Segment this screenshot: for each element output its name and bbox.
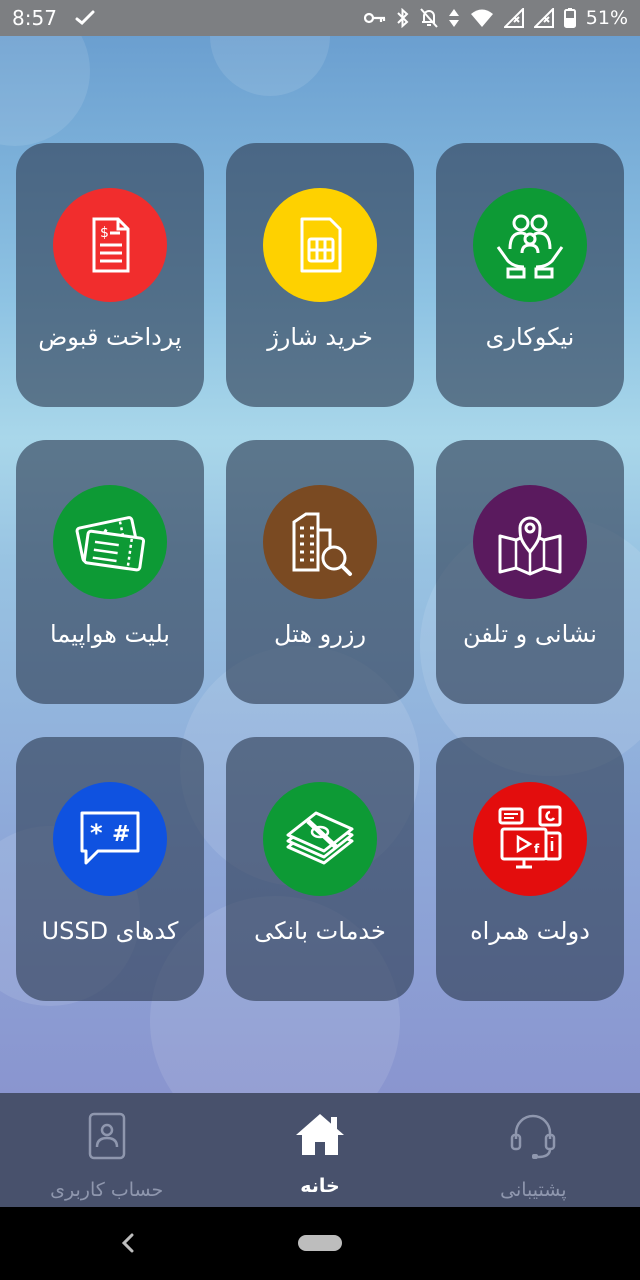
gov-computer-icon: f <box>473 782 587 896</box>
tile-label: کدهای USSD <box>41 917 179 945</box>
home-icon <box>293 1111 347 1161</box>
plane-ticket-icon <box>53 485 167 599</box>
status-bar: 8:57 51% <box>0 0 640 36</box>
nav-home[interactable]: خانه <box>213 1093 426 1207</box>
map-pin-icon <box>473 485 587 599</box>
bill-icon: $ <box>53 188 167 302</box>
tile-charity[interactable]: نیکوکاری <box>436 143 624 407</box>
back-icon[interactable] <box>118 1229 138 1261</box>
bokeh-decoration <box>0 36 90 146</box>
tile-label: خدمات بانکی <box>254 917 386 945</box>
signal-icon <box>503 8 524 28</box>
system-navigation-bar <box>0 1207 640 1280</box>
nav-home-label: خانه <box>300 1175 340 1197</box>
tile-label: بلیت هواپیما <box>50 620 170 648</box>
tile-label: نیکوکاری <box>485 323 575 351</box>
status-time: 8:57 <box>12 6 57 30</box>
signal-icon <box>533 8 554 28</box>
tile-bank-services[interactable]: خدمات بانکی <box>226 737 414 1001</box>
svg-text:#: # <box>112 822 130 847</box>
home-pill-button[interactable] <box>298 1235 342 1251</box>
nav-account[interactable]: حساب کاربری <box>0 1093 213 1207</box>
bokeh-decoration <box>210 36 330 96</box>
svg-text:f: f <box>534 842 540 856</box>
services-grid: $ پرداخت قبوض خرید شارژ نیکوکاری بلیت هو… <box>16 143 624 1001</box>
check-icon <box>75 10 95 26</box>
tile-label: رزرو هتل <box>273 620 367 648</box>
headset-icon <box>508 1111 558 1165</box>
nav-support[interactable]: پشتیبانی <box>427 1093 640 1207</box>
svg-text:$: $ <box>100 225 109 241</box>
battery-percent: 51% <box>585 7 628 29</box>
tile-label: دولت همراه <box>470 917 590 945</box>
tile-mobile-government[interactable]: f دولت همراه <box>436 737 624 1001</box>
svg-text:*: * <box>90 819 103 847</box>
tile-address-phone[interactable]: نشانی و تلفن <box>436 440 624 704</box>
notifications-off-icon <box>420 8 438 28</box>
tile-label: نشانی و تلفن <box>463 620 597 648</box>
tile-bill-payment[interactable]: $ پرداخت قبوض <box>16 143 204 407</box>
hotel-search-icon <box>263 485 377 599</box>
tile-ussd-codes[interactable]: * # کدهای USSD <box>16 737 204 1001</box>
charity-family-icon <box>473 188 587 302</box>
bluetooth-icon <box>396 8 410 28</box>
sim-card-icon <box>263 188 377 302</box>
key-icon <box>363 11 386 25</box>
nav-support-label: پشتیبانی <box>500 1179 567 1201</box>
tile-hotel-booking[interactable]: رزرو هتل <box>226 440 414 704</box>
tile-plane-ticket[interactable]: بلیت هواپیما <box>16 440 204 704</box>
nav-account-label: حساب کاربری <box>50 1179 164 1201</box>
wifi-icon <box>470 8 494 28</box>
ussd-chat-icon: * # <box>53 782 167 896</box>
tile-label: خرید شارژ <box>267 323 373 351</box>
tile-buy-charge[interactable]: خرید شارژ <box>226 143 414 407</box>
data-icon <box>448 8 460 28</box>
battery-icon <box>563 8 576 28</box>
tile-label: پرداخت قبوض <box>38 323 182 351</box>
user-account-icon <box>87 1111 127 1165</box>
money-stack-icon <box>263 782 377 896</box>
bottom-navigation: حساب کاربری خانه پشتیبانی <box>0 1093 640 1207</box>
home-screen: $ پرداخت قبوض خرید شارژ نیکوکاری بلیت هو… <box>0 36 640 1093</box>
